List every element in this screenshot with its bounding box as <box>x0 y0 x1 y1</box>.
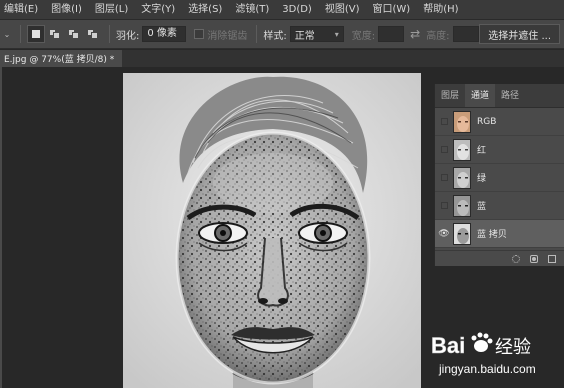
channel-row-rgb[interactable]: RGB <box>435 108 564 136</box>
channel-name: RGB <box>477 116 497 127</box>
panel-tabs: 图层 通道 路径 <box>435 84 564 108</box>
channel-thumbnail <box>453 110 471 133</box>
document-image[interactable] <box>123 73 421 388</box>
visibility-toggle[interactable] <box>435 192 453 220</box>
separator <box>256 25 258 43</box>
channel-name: 蓝 <box>477 202 487 212</box>
width-label: 宽度: <box>351 30 376 42</box>
options-bar: ⌄ 羽化: 0 像素 消除锯齿 样式: 正常 ▾ 宽度: ⇄ 高度: 选择并遮住… <box>0 20 564 49</box>
channel-thumbnail <box>453 138 471 161</box>
svg-text:jingyan.baidu.com: jingyan.baidu.com <box>438 362 536 376</box>
tool-preset-chevron-icon[interactable]: ⌄ <box>0 30 14 39</box>
tab-layers[interactable]: 图层 <box>435 84 465 107</box>
photoshop-window: 编辑(E) 图像(I) 图层(L) 文字(Y) 选择(S) 滤镜(T) 3D(D… <box>0 0 564 388</box>
channel-row-blue[interactable]: 蓝 <box>435 192 564 220</box>
svg-text:经验: 经验 <box>495 337 531 358</box>
tab-paths[interactable]: 路径 <box>495 84 525 107</box>
swap-dimensions-icon[interactable]: ⇄ <box>410 27 420 41</box>
menu-image[interactable]: 图像(I) <box>45 0 89 20</box>
visibility-toggle[interactable] <box>435 136 453 164</box>
save-selection-icon[interactable] <box>530 254 538 263</box>
new-selection-icon <box>32 30 40 38</box>
baidu-logo: Bai 经验 jingyan.baidu.com <box>431 332 536 376</box>
visibility-toggle[interactable]: 👁 <box>435 220 453 248</box>
new-selection-button[interactable] <box>27 25 45 43</box>
channel-row-red[interactable]: 红 <box>435 136 564 164</box>
channel-name: 红 <box>477 146 487 156</box>
channel-name: 绿 <box>477 174 487 184</box>
channel-thumbnail <box>453 222 471 245</box>
svg-text:Bai: Bai <box>431 333 465 358</box>
visibility-off-icon <box>440 174 448 181</box>
visibility-toggle[interactable] <box>435 164 453 192</box>
separator <box>20 25 21 43</box>
eye-icon: 👁 <box>438 228 450 239</box>
style-label: 样式: <box>263 30 287 42</box>
baidu-watermark: Bai 经验 jingyan.baidu.com <box>425 325 561 381</box>
menu-bar: 编辑(E) 图像(I) 图层(L) 文字(Y) 选择(S) 滤镜(T) 3D(D… <box>0 0 564 20</box>
panel-footer <box>435 250 564 266</box>
select-and-mask-button[interactable]: 选择并遮住 ... <box>479 24 560 44</box>
menu-window[interactable]: 窗口(W) <box>367 0 418 20</box>
visibility-toggle[interactable] <box>435 108 453 136</box>
intersect-selection-icon <box>87 29 99 39</box>
chevron-down-icon: ▾ <box>334 29 339 39</box>
add-selection-icon <box>49 29 61 39</box>
channels-panel: 图层 通道 路径 RGB 红 绿 蓝 👁 蓝 拷贝 <box>434 84 564 266</box>
menu-filter[interactable]: 滤镜(T) <box>229 0 276 20</box>
new-channel-icon[interactable] <box>548 254 556 263</box>
visibility-off-icon <box>440 146 448 153</box>
height-label: 高度: <box>426 30 450 42</box>
menu-view[interactable]: 视图(V) <box>319 0 367 20</box>
channel-row-green[interactable]: 绿 <box>435 164 564 192</box>
menu-help[interactable]: 帮助(H) <box>417 0 465 20</box>
tab-channels[interactable]: 通道 <box>465 84 496 107</box>
feather-label: 羽化: <box>116 30 140 42</box>
separator <box>109 25 110 43</box>
menu-type[interactable]: 文字(Y) <box>135 0 182 20</box>
subtract-selection-icon <box>68 29 80 39</box>
menu-select[interactable]: 选择(S) <box>182 0 229 20</box>
menu-edit[interactable]: 编辑(E) <box>0 0 45 20</box>
dotted-circle-icon[interactable] <box>512 254 520 263</box>
visibility-off-icon <box>440 118 448 125</box>
antialias-checkbox[interactable] <box>194 29 205 39</box>
style-value: 正常 <box>294 30 315 42</box>
document-tab-row: E.jpg @ 77%(蓝 拷贝/8) * <box>2 50 564 67</box>
visibility-off-icon <box>440 202 448 209</box>
channel-name: 蓝 拷贝 <box>477 230 507 240</box>
menu-3d[interactable]: 3D(D) <box>276 0 319 20</box>
height-input[interactable] <box>452 26 479 42</box>
feather-input[interactable]: 0 像素 <box>142 26 187 42</box>
style-select[interactable]: 正常 ▾ <box>289 26 344 42</box>
channel-row-blue-copy[interactable]: 👁 蓝 拷贝 <box>435 220 564 248</box>
channel-thumbnail <box>453 166 471 189</box>
channel-thumbnail <box>453 194 471 217</box>
subtract-selection-button[interactable] <box>65 25 83 43</box>
antialias-label: 消除锯齿 <box>207 30 248 42</box>
add-selection-button[interactable] <box>46 25 64 43</box>
width-input[interactable] <box>378 26 405 42</box>
menu-layer[interactable]: 图层(L) <box>89 0 135 20</box>
document-tab[interactable]: E.jpg @ 77%(蓝 拷贝/8) * <box>2 50 122 67</box>
intersect-selection-button[interactable] <box>84 25 102 43</box>
